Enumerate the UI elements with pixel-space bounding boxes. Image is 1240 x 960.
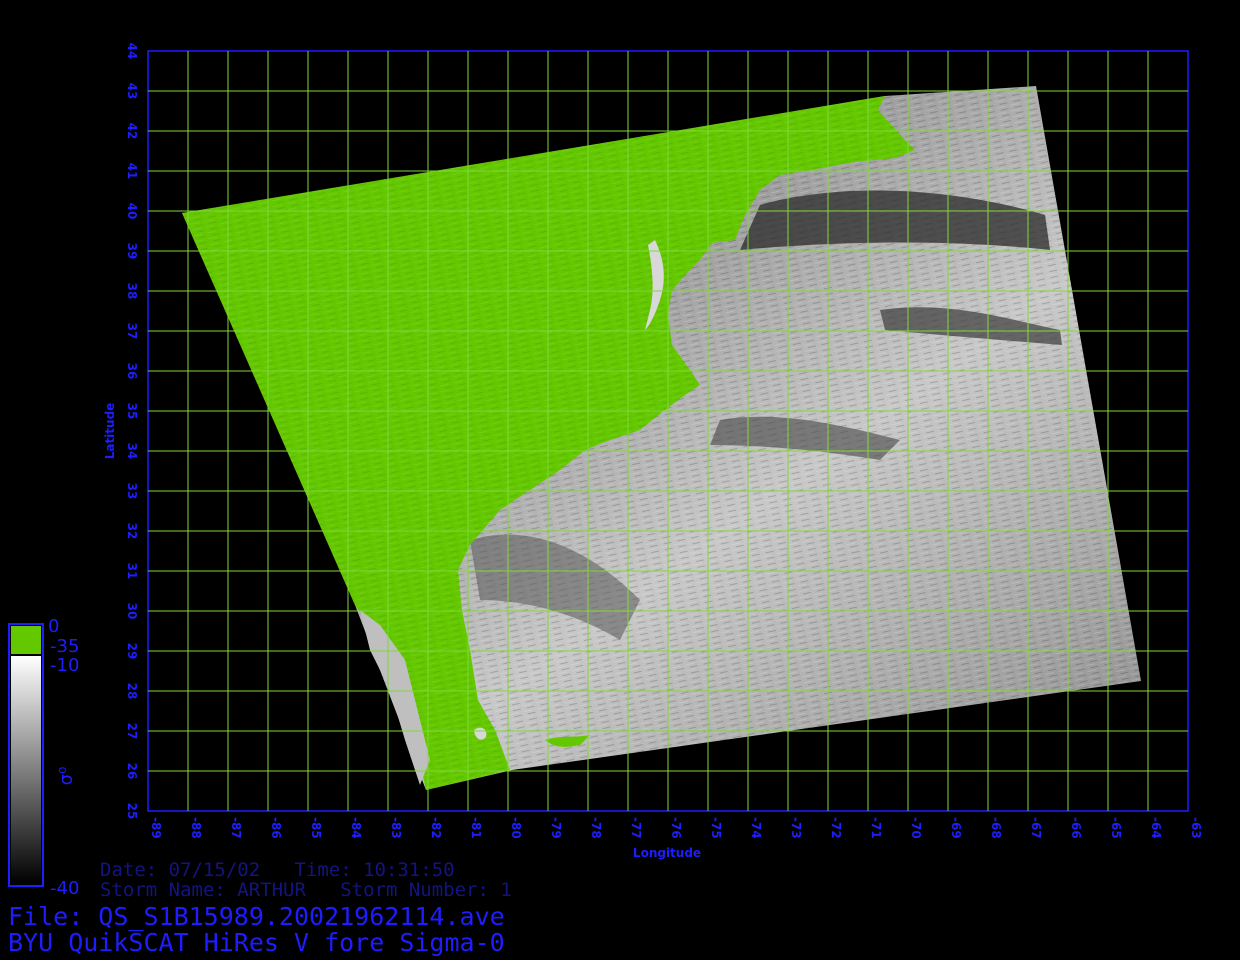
colorbar-sigma-symbol: σ⁰ [56,767,77,786]
y-tick-label: 40 [125,203,139,220]
x-tick-label: -84 [349,817,363,839]
x-tick-label: -65 [1109,817,1123,839]
x-tick-label: -69 [949,817,963,839]
x-tick-label: -71 [869,817,883,839]
y-tick-label: 33 [125,483,139,500]
x-tick-label: -82 [429,817,443,839]
x-tick-label: -72 [829,817,843,839]
y-tick-label: 27 [125,723,139,740]
file-line: File: QS_S1B15989.20021962114.ave [8,902,505,931]
colorbar-top-label: 0 [48,616,59,637]
colorbar: 0 -35 -10 -40 σ⁰ [8,616,79,899]
colorbar-upper-label: -10 [50,655,79,676]
y-tick-label: 37 [125,323,139,340]
y-tick-label: 28 [125,683,139,700]
y-tick-label: 34 [125,443,139,460]
y-tick-label: 42 [125,123,139,140]
x-tick-label: -83 [389,817,403,839]
y-tick-label: 25 [125,803,139,820]
x-tick-label: -81 [469,817,483,839]
x-tick-label: -67 [1029,817,1043,839]
y-tick-label: 31 [125,563,139,580]
storm-line: Storm Name: ARTHUR Storm Number: 1 [100,879,512,901]
y-tick-label: 38 [125,283,139,300]
x-tick-label: -80 [509,817,523,839]
x-tick-label: -75 [709,817,723,839]
y-tick-label: 32 [125,523,139,540]
colorbar-gradient [11,656,41,884]
colorbar-bottom-label: -40 [50,878,79,899]
x-tick-label: -89 [149,817,163,839]
x-tick-label: -77 [629,817,643,839]
scatterometer-map-figure: -89 -88 -87 -86 -85 -84 -83 -82 -81 -80 -79 -78 -77 -… [8,43,1203,957]
date-time-line: Date: 07/15/02 Time: 10:31:50 [100,859,455,881]
y-tick-label: 39 [125,243,139,260]
y-tick-label: 29 [125,643,139,660]
x-tick-label: -76 [669,817,683,839]
y-tick-label: 41 [125,163,139,180]
x-tick-label: -79 [549,817,563,839]
y-tick-label: 26 [125,763,139,780]
y-tick-label: 35 [125,403,139,420]
y-tick-labels: 25 26 27 28 29 30 31 32 33 34 35 36 37 38 39 40 41 42 43 44 [125,43,139,820]
colorbar-land-label: -35 [50,636,79,657]
y-tick-label: 30 [125,603,139,620]
y-tick-label: 44 [125,43,139,60]
x-tick-label: -70 [909,817,923,839]
x-tick-label: -85 [309,817,323,839]
x-tick-label: -66 [1069,817,1083,839]
x-tick-labels: -89 -88 -87 -86 -85 -84 -83 -82 -81 -80 -79 -78 -77 -… [149,817,1203,839]
x-tick-label: -63 [1189,817,1203,839]
x-tick-label: -74 [749,817,763,839]
x-tick-label: -68 [989,817,1003,839]
x-tick-label: -88 [189,817,203,839]
x-tick-label: -86 [269,817,283,839]
colorbar-land-swatch [11,626,41,654]
y-tick-label: 43 [125,83,139,100]
y-axis-title: Latitude [103,403,117,460]
y-tick-label: 36 [125,363,139,380]
x-tick-label: -73 [789,817,803,839]
x-axis-title: Longitude [633,846,701,860]
x-tick-label: -87 [229,817,243,839]
product-line: BYU QuikSCAT HiRes V fore Sigma-0 [8,928,505,957]
x-tick-label: -78 [589,817,603,839]
x-tick-label: -64 [1149,817,1163,839]
